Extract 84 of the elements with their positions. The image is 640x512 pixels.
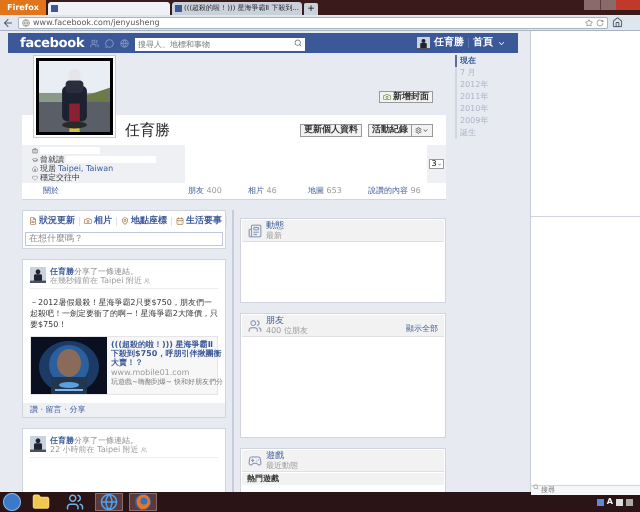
new-tab-button[interactable]: + xyxy=(304,3,318,15)
caret-icon xyxy=(422,126,429,134)
activity-icon xyxy=(248,224,262,238)
link-title[interactable]: (((超殺的啦！))) 星海爭霸Ⅱ 下殺到$750，呼朋引伴揪團衝大賣！？ xyxy=(111,340,223,367)
facebook-logo[interactable]: facebook xyxy=(20,36,84,50)
work-icon xyxy=(32,148,38,154)
globe-icon[interactable] xyxy=(100,493,118,511)
fox-globe-icon[interactable] xyxy=(134,493,152,511)
activity-log-button[interactable]: 活動紀錄 xyxy=(368,124,412,136)
box-title[interactable]: 遊戲 xyxy=(266,451,298,461)
messages-icon[interactable] xyxy=(105,38,114,48)
post-text: －2012暑假最殺！星海爭霸2只要$750，朋友們一起殺吧！一劍定要衝了的啊~！星海爭霸2大降價，只要$750！ xyxy=(30,297,218,330)
section-title: 熱門遊戲 xyxy=(247,475,279,483)
audience-icon[interactable] xyxy=(144,278,150,284)
friends-icon[interactable] xyxy=(90,38,100,48)
more-apps-dropdown[interactable]: 3 xyxy=(429,159,444,169)
post-time: 22 小時前在 Taipei 附近 xyxy=(50,445,139,454)
camera-icon xyxy=(383,93,391,101)
friends-icon xyxy=(248,318,262,332)
bookmark-star-icon[interactable] xyxy=(585,18,593,26)
event-icon xyxy=(176,217,184,225)
profile-name: 任育勝 xyxy=(125,120,170,141)
stat-link[interactable]: 相片 46 xyxy=(248,186,308,194)
home-link[interactable]: 首頁 xyxy=(468,38,493,48)
input-language-indicator[interactable]: A xyxy=(606,498,613,506)
url-text: www.facebook.com/jenyusheng xyxy=(33,18,160,26)
post-time: 在幾秒鐘前在 Taipei 附近 xyxy=(50,276,142,285)
folder-icon[interactable] xyxy=(32,493,50,511)
caret-icon xyxy=(436,162,442,166)
box-subtitle: 400 位朋友 xyxy=(266,326,308,335)
home-icon xyxy=(32,166,38,172)
browser-tab[interactable] xyxy=(48,2,170,15)
people-icon[interactable] xyxy=(66,493,84,511)
search-icon xyxy=(533,484,539,490)
address-field[interactable]: www.facebook.com/jenyusheng xyxy=(18,16,608,28)
start-button[interactable] xyxy=(3,493,21,511)
post-header-text: 任育勝分享了一條連結。 xyxy=(50,267,139,276)
box-subtitle: 最新 xyxy=(266,231,283,240)
about-link[interactable]: 關於 xyxy=(43,186,188,194)
games-icon xyxy=(248,454,262,468)
update-profile-button[interactable]: 更新個人資料 xyxy=(300,124,362,136)
info-label: 現居 xyxy=(40,164,56,172)
avatar-icon xyxy=(30,267,46,283)
stat-link[interactable]: 朋友 400 xyxy=(188,186,248,194)
avatar-icon xyxy=(30,436,46,452)
globe-icon xyxy=(22,18,30,26)
back-icon[interactable] xyxy=(2,16,14,28)
link-url: www.mobile01.com xyxy=(111,369,190,377)
place-icon xyxy=(121,217,129,225)
user-name-link[interactable]: 任育勝 xyxy=(434,38,464,48)
composer-tab[interactable]: 生活要事 xyxy=(172,216,227,226)
composer-tab[interactable]: 地點座標 xyxy=(117,216,172,226)
box-subtitle: 最近動態 xyxy=(266,461,298,470)
status-icon xyxy=(29,217,37,225)
settings-dropdown-button[interactable] xyxy=(412,124,433,136)
info-label: 穩定交往中 xyxy=(40,174,80,182)
photo-icon xyxy=(84,217,92,225)
composer-tab[interactable]: 相片 xyxy=(80,216,117,226)
box-title[interactable]: 動態 xyxy=(266,221,284,231)
box-title[interactable]: 朋友 xyxy=(266,316,308,326)
home-icon[interactable] xyxy=(612,17,623,28)
show-all-link[interactable]: 顯示全部 xyxy=(406,325,438,333)
avatar-icon xyxy=(417,36,430,50)
stat-link[interactable]: 地圖 653 xyxy=(308,186,368,194)
relationship-icon xyxy=(32,174,38,180)
search-field[interactable]: 搜尋人、地標和事物 xyxy=(135,38,306,50)
favicon-icon xyxy=(51,5,58,12)
profile-picture-frame[interactable] xyxy=(33,55,116,138)
location-link[interactable]: Taipei, Taiwan xyxy=(58,164,114,172)
favicon-icon xyxy=(175,5,182,12)
education-icon xyxy=(32,156,38,162)
reload-icon[interactable] xyxy=(596,18,604,26)
add-cover-button[interactable]: 新增封面 xyxy=(379,91,433,103)
stat-link[interactable]: 說讚的內容 96 xyxy=(368,186,428,194)
gear-icon xyxy=(415,126,422,134)
timeline-nav-item[interactable]: 現在 xyxy=(455,55,515,67)
post-header-text: 任育勝分享了一條連結。 xyxy=(50,436,139,445)
notifications-icon[interactable] xyxy=(120,38,130,48)
audience-icon[interactable] xyxy=(140,446,147,452)
info-label: 曾就讀 xyxy=(40,156,64,164)
search-icon[interactable] xyxy=(294,39,302,47)
status-input[interactable]: 在想什麼嗎？ xyxy=(25,232,223,246)
composer-tab[interactable]: 狀況更新 xyxy=(25,216,80,226)
post-actions[interactable]: 讚 · 留言 · 分享 xyxy=(30,406,86,414)
